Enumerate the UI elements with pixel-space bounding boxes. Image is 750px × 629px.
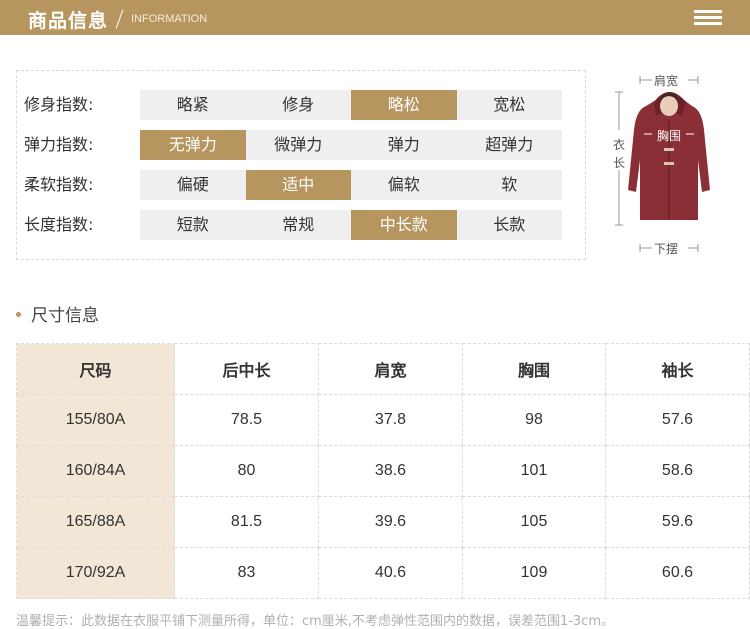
size-value-cell: 78.5: [174, 394, 319, 446]
bullet-icon: [16, 311, 21, 317]
size-table: 尺码 后中长 肩宽 胸围 袖长 155/80A 78.5 37.8 98 57.6 160/84A…: [16, 343, 750, 599]
fit-option: 修身: [245, 90, 351, 120]
coat-diagram: 肩宽 衣 长 胸围 下摆: [604, 70, 734, 260]
size-value-cell: 59.6: [605, 496, 750, 548]
size-section-label: 尺寸信息: [31, 306, 99, 326]
fit-option: 微弹力: [245, 130, 351, 160]
fit-option: 略紧: [140, 90, 246, 120]
size-value-cell: 83: [174, 547, 319, 599]
size-table-header-cell: 尺码: [16, 343, 175, 395]
size-value-cell: 40.6: [318, 547, 463, 599]
size-section-title: 尺寸信息: [16, 301, 99, 326]
header-title: 商品信息: [28, 10, 109, 32]
fit-option: 长款: [456, 210, 562, 240]
fit-option-selected: 适中: [245, 170, 351, 200]
size-value-cell: 105: [462, 496, 606, 548]
chest-label: 胸围: [657, 129, 682, 143]
size-value-cell: 80: [174, 445, 319, 497]
fit-option: 偏硬: [140, 170, 246, 200]
fit-option: 宽松: [456, 90, 562, 120]
fit-index-label: 修身指数:: [24, 95, 94, 114]
size-value-cell: 38.6: [318, 445, 463, 497]
size-table-header-cell: 袖长: [605, 343, 750, 395]
fit-option: 短款: [140, 210, 246, 240]
size-value-cell: 57.6: [605, 394, 750, 446]
size-code-cell: 155/80A: [16, 394, 175, 446]
size-table-header-cell: 肩宽: [318, 343, 463, 395]
fit-option: 常规: [245, 210, 351, 240]
measurement-note: 温馨提示：此数据在衣服平铺下测量所得，单位：cm厘米,不考虑弹性范围内的数据，误…: [16, 614, 614, 629]
fit-option-selected: 无弹力: [140, 130, 246, 160]
hem-label: 下摆: [654, 242, 679, 256]
fit-index-options: 无弹力 微弹力 弹力 超弹力: [140, 130, 562, 160]
size-code-cell: 160/84A: [16, 445, 175, 497]
fit-option: 偏软: [351, 170, 457, 200]
fit-index-label: 长度指数:: [24, 215, 94, 234]
size-table-header-cell: 后中长: [174, 343, 319, 395]
table-row: 165/88A 81.5 39.6 105 59.6: [16, 496, 750, 548]
size-value-cell: 37.8: [318, 394, 463, 446]
size-value-cell: 39.6: [318, 496, 463, 548]
fit-index-options: 短款 常规 中长款 长款: [140, 210, 562, 240]
fit-option-selected: 略松: [351, 90, 457, 120]
fit-index-options: 偏硬 适中 偏软软: [140, 170, 562, 200]
header-bar: 商品信息 INFORMATION: [0, 0, 750, 35]
size-value-cell: 60.6: [605, 547, 750, 599]
fit-option: 弹力: [351, 130, 457, 160]
fit-index-label: 柔软指数:: [24, 175, 94, 194]
length-label-1: 衣: [613, 138, 626, 152]
fit-index-options: 略紧 修身 略松 宽松: [140, 90, 562, 120]
size-code-cell: 170/92A: [16, 547, 175, 599]
table-row: 160/84A 80 38.6 101 58.6: [16, 445, 750, 497]
size-value-cell: 81.5: [174, 496, 319, 548]
menu-icon[interactable]: [694, 10, 722, 26]
size-value-cell: 101: [462, 445, 606, 497]
size-value-cell: 58.6: [605, 445, 750, 497]
table-row: 155/80A 78.5 37.8 98 57.6: [16, 394, 750, 446]
length-label-2: 长: [613, 156, 626, 170]
fit-option: 软: [456, 170, 562, 200]
size-value-cell: 109: [462, 547, 606, 599]
size-table-header: 尺码 后中长 肩宽 胸围 袖长: [16, 343, 750, 395]
size-value-cell: 98: [462, 394, 606, 446]
header-subtitle: INFORMATION: [131, 13, 208, 25]
fit-option-selected: 中长款: [351, 210, 457, 240]
size-table-header-cell: 胸围: [462, 343, 606, 395]
table-row: 170/92A 83 40.6 109 60.6: [16, 547, 750, 599]
size-code-cell: 165/88A: [16, 496, 175, 548]
fit-index-label: 弹力指数:: [24, 135, 94, 154]
shoulder-label: 肩宽: [654, 74, 679, 88]
fit-option: 超弹力: [456, 130, 562, 160]
header-separator: [115, 9, 124, 29]
